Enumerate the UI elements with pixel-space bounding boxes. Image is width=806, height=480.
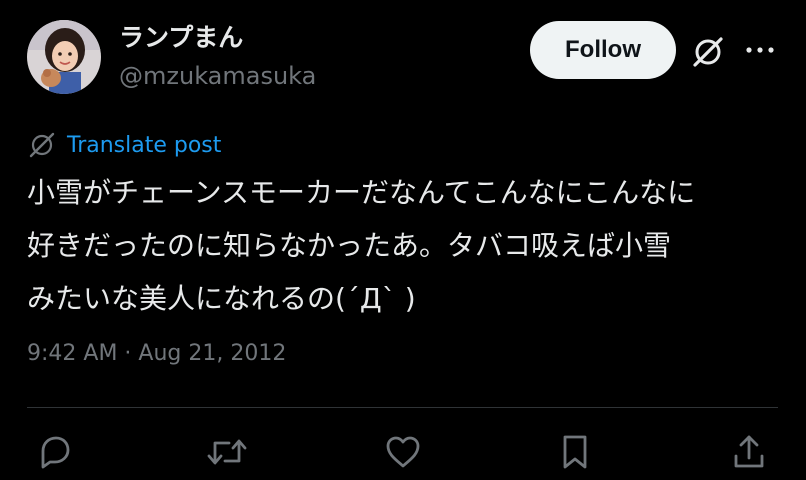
like-button[interactable] [380, 429, 426, 475]
translate-globe-icon [27, 130, 57, 160]
reply-icon [41, 436, 70, 469]
divider [27, 407, 778, 408]
repost-icon [207, 439, 247, 465]
more-icon[interactable] [740, 36, 780, 64]
bookmark-icon [563, 435, 587, 469]
timestamp[interactable]: 9:42 AM · Aug 21, 2012 [27, 337, 286, 371]
follow-button[interactable]: Follow [530, 21, 676, 79]
tweet-text: 小雪がチェーンスモーカーだなんてこんなにこんなに 好きだったのに知らなかったあ。… [27, 166, 787, 325]
avatar[interactable] [27, 20, 101, 94]
tweet-line: みたいな美人になれるの(´Д` ) [27, 282, 416, 315]
translate-label[interactable]: Translate post [67, 133, 221, 158]
share-icon [734, 435, 764, 468]
repost-button[interactable] [204, 429, 250, 475]
tweet-line: 小雪がチェーンスモーカーだなんてこんなにこんなに [27, 176, 696, 209]
user-handle[interactable]: @mzukamasuka [119, 60, 316, 92]
share-button[interactable] [726, 429, 772, 475]
bookmark-button[interactable] [552, 429, 598, 475]
translate-post-link[interactable]: Translate post [27, 128, 221, 162]
tweet-line: 好きだったのに知らなかったあ。タバコ吸えば小雪 [27, 229, 672, 262]
grok-icon[interactable] [688, 32, 728, 72]
reply-button[interactable] [32, 429, 78, 475]
display-name[interactable]: ランプまん [119, 22, 243, 54]
like-icon [386, 436, 420, 468]
avatar-image [27, 20, 101, 94]
